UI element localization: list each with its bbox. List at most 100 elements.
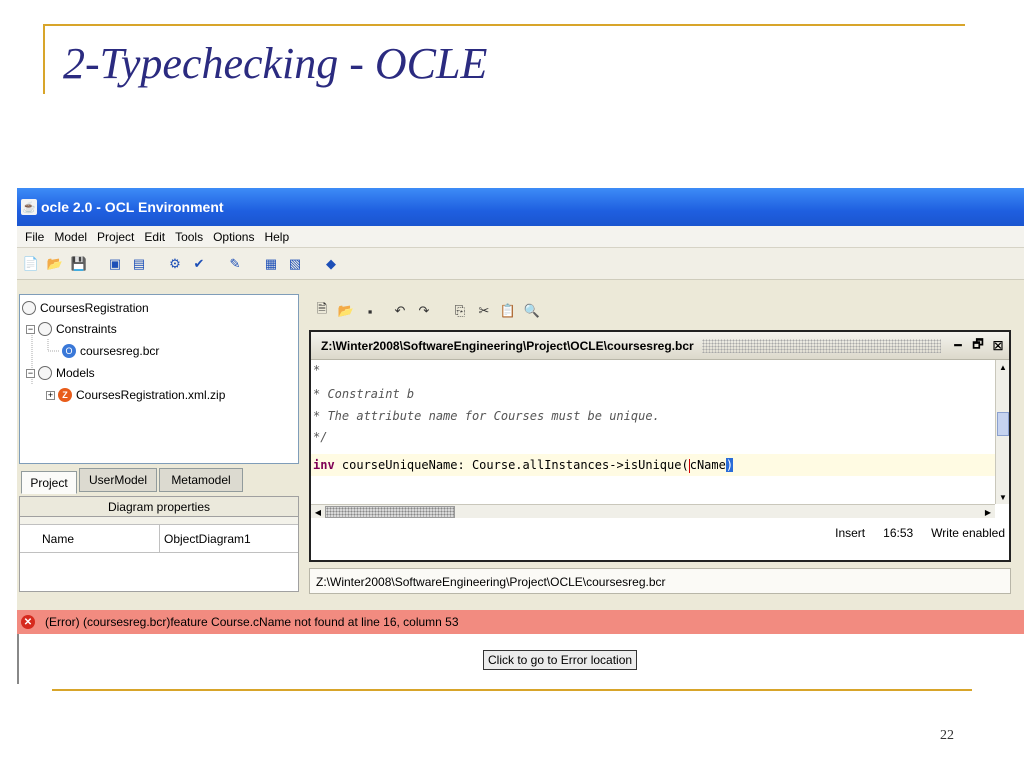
error-icon: ✕ [21, 615, 35, 629]
vertical-scroll-thumb[interactable] [997, 412, 1009, 436]
folder-node-icon [38, 366, 52, 380]
check-icon[interactable]: ✔ [189, 254, 209, 274]
new-project-icon[interactable]: 📄 [21, 254, 41, 274]
menu-file[interactable]: File [20, 226, 49, 248]
remove-model-icon[interactable]: ▤ [129, 254, 149, 274]
file-path-bar: Z:\Winter2008\SoftwareEngineering\Projec… [309, 568, 1011, 594]
code-attr-first: c [689, 458, 697, 472]
code-attr-rest: Name [696, 458, 726, 472]
diagram-icon[interactable]: ▦ [261, 254, 281, 274]
paste-icon[interactable]: 📋 [499, 302, 517, 320]
error-message: (Error) (coursesreg.bcr)feature Course.c… [45, 615, 459, 629]
tree-node-model-file[interactable]: + Z CoursesRegistration.xml.zip [46, 386, 225, 404]
java-cup-icon: ☕ [21, 199, 37, 215]
main-toolbar: 📄 📂 💾 ▣ ▤ ⚙ ✔ ✎ ▦ ▧ ◆ [17, 248, 1024, 280]
code-line-1: * [313, 363, 321, 377]
open-project-icon[interactable]: 📂 [45, 254, 65, 274]
status-position: 16:53 [883, 526, 914, 540]
expand-icon[interactable]: + [46, 390, 55, 400]
project-tree: CoursesRegistration − Constraints O cour… [19, 294, 299, 464]
status-mode: Insert [835, 526, 866, 540]
code-expression: courseUniqueName: Course.allInstances->i… [334, 458, 689, 472]
model-node-icon [22, 301, 36, 315]
properties-subheader [20, 517, 298, 525]
properties-header: Diagram properties [20, 497, 298, 517]
property-name-label: Name [20, 525, 160, 552]
undo-icon[interactable]: ↶ [391, 302, 409, 320]
tab-project[interactable]: Project [21, 471, 77, 494]
scroll-up-icon[interactable]: ▲ [996, 360, 1010, 374]
slide-title: 2-Typechecking - OCLE [63, 39, 488, 88]
open-file-icon[interactable]: 📂 [337, 302, 355, 320]
zip-model-icon: Z [58, 388, 72, 402]
code-line-3: * The attribute name for Courses must be… [313, 409, 660, 423]
scroll-down-icon[interactable]: ▼ [996, 490, 1010, 504]
editor-frame: Z:\Winter2008\SoftwareEngineering\Projec… [309, 330, 1011, 562]
tree-node-constraints[interactable]: − Constraints [26, 320, 117, 338]
property-row-name[interactable]: Name ObjectDiagram1 [20, 525, 298, 553]
save-icon[interactable]: 💾 [69, 254, 89, 274]
footer-rule [52, 689, 972, 691]
menu-options[interactable]: Options [208, 226, 259, 248]
goto-error-button[interactable]: Click to go to Error location [483, 650, 638, 670]
editor-horizontal-scrollbar[interactable]: ◀ ▶ [311, 504, 995, 518]
horizontal-scroll-thumb[interactable] [325, 506, 455, 518]
code-editor[interactable]: * * Constraint b * The attribute name fo… [311, 360, 995, 504]
tab-metamodel[interactable]: Metamodel [159, 468, 243, 492]
collapse-icon[interactable]: − [26, 368, 35, 378]
collapse-icon[interactable]: − [26, 324, 35, 334]
title-horizontal-rule [43, 24, 965, 26]
editor-file-path: Z:\Winter2008\SoftwareEngineering\Projec… [321, 338, 694, 353]
error-message-row[interactable]: ✕ (Error) (coursesreg.bcr)feature Course… [17, 610, 1024, 634]
panel-tabs: Project UserModel Metamodel [19, 468, 299, 494]
compile-icon[interactable]: ⚙ [165, 254, 185, 274]
scroll-left-icon[interactable]: ◀ [311, 505, 325, 519]
gem-icon[interactable]: ◆ [321, 254, 341, 274]
slide-title-frame: 2-Typechecking - OCLE [43, 24, 965, 94]
code-line-5: inv courseUniqueName: Course.allInstance… [313, 455, 734, 475]
editor-title-bar: Z:\Winter2008\SoftwareEngineering\Projec… [311, 332, 1009, 360]
tree-node-constraint-file[interactable]: O coursesreg.bcr [62, 342, 159, 360]
menu-model[interactable]: Model [49, 226, 92, 248]
cut-icon[interactable]: ✂ [475, 302, 493, 320]
scroll-right-icon[interactable]: ▶ [981, 505, 995, 519]
menu-tools[interactable]: Tools [170, 226, 208, 248]
evaluate-icon[interactable]: ✎ [225, 254, 245, 274]
title-vertical-rule [43, 24, 45, 94]
close-icon[interactable]: ☒ [989, 338, 1007, 354]
add-model-icon[interactable]: ▣ [105, 254, 125, 274]
title-grip [701, 338, 941, 353]
error-panel: Click to go to Error location [17, 634, 1024, 684]
code-selection: ) [725, 458, 734, 472]
menu-edit[interactable]: Edit [139, 226, 170, 248]
diagram-edit-icon[interactable]: ▧ [285, 254, 305, 274]
editor-status-bar: Insert 16:53 Write enabled [311, 522, 1009, 544]
minimize-icon[interactable]: 🗕 [949, 337, 967, 354]
slide-page-number: 22 [940, 728, 954, 743]
find-icon[interactable]: 🔍 [523, 302, 541, 320]
menu-help[interactable]: Help [259, 226, 294, 248]
window-title-bar[interactable]: ☕ ocle 2.0 - OCL Environment [17, 188, 1024, 226]
new-file-icon[interactable]: 🗎 [313, 301, 331, 320]
save-file-icon[interactable]: ▪ [361, 302, 379, 320]
window-title: ocle 2.0 - OCL Environment [41, 199, 224, 215]
code-line-4: */ [313, 430, 328, 444]
redo-icon[interactable]: ↷ [415, 302, 433, 320]
folder-node-icon [38, 322, 52, 336]
status-access: Write enabled [931, 526, 1005, 540]
tree-node-root[interactable]: CoursesRegistration [22, 299, 149, 317]
maximize-icon[interactable]: 🗗 [969, 337, 987, 354]
keyword-inv: inv [313, 458, 335, 472]
menu-project[interactable]: Project [92, 226, 139, 248]
diagram-properties: Diagram properties Name ObjectDiagram1 [19, 496, 299, 592]
project-panel: CoursesRegistration − Constraints O cour… [19, 282, 299, 598]
tab-usermodel[interactable]: UserModel [79, 468, 157, 492]
property-name-value[interactable]: ObjectDiagram1 [160, 532, 251, 546]
editor-vertical-scrollbar[interactable]: ▲ ▼ [995, 360, 1009, 504]
copy-icon[interactable]: ⎘ [451, 302, 469, 320]
tree-node-models[interactable]: − Models [26, 364, 95, 382]
menu-bar: File Model Project Edit Tools Options He… [17, 226, 1024, 248]
ocle-window: ☕ ocle 2.0 - OCL Environment File Model … [17, 188, 1024, 684]
constraint-file-icon: O [62, 344, 76, 358]
editor-toolbar: 🗎 📂 ▪ ↶ ↷ ⎘ ✂ 📋 🔍 [309, 296, 1019, 326]
